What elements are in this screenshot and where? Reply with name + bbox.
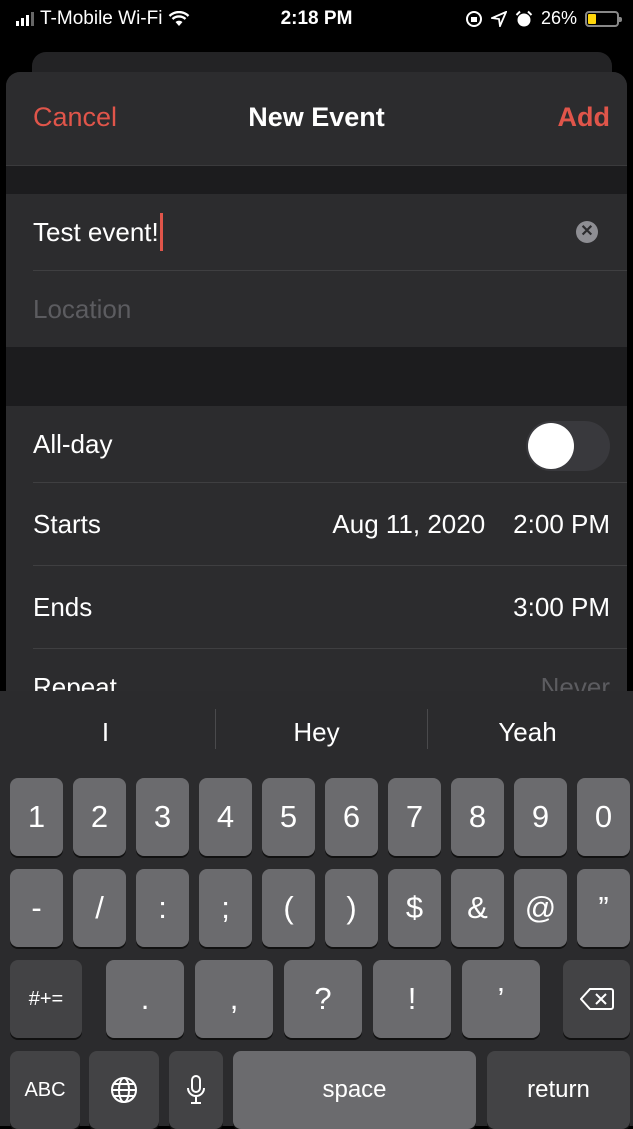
clear-text-icon[interactable]: ✕: [576, 221, 598, 243]
key-question[interactable]: ?: [284, 960, 362, 1038]
starts-row[interactable]: Starts Aug 11, 2020 2:00 PM: [33, 483, 627, 566]
suggestion-2[interactable]: Hey: [211, 717, 422, 748]
title-location-group: Test event! ✕ Location: [6, 194, 627, 347]
suggestion-divider: [215, 709, 216, 749]
ends-time[interactable]: 3:00 PM: [513, 592, 610, 623]
key-dollar[interactable]: $: [388, 869, 441, 947]
key-colon[interactable]: :: [136, 869, 189, 947]
battery-icon: [585, 10, 622, 27]
suggestion-3[interactable]: Yeah: [422, 717, 633, 748]
key-4[interactable]: 4: [199, 778, 252, 856]
orientation-lock-icon: [465, 10, 482, 27]
starts-label: Starts: [33, 508, 101, 539]
ends-row[interactable]: Ends 3:00 PM: [33, 566, 627, 649]
key-comma[interactable]: ,: [195, 960, 273, 1038]
date-group: All-day Starts Aug 11, 2020 2:00 PM Ends…: [6, 406, 627, 702]
location-placeholder: Location: [33, 293, 132, 324]
key-1[interactable]: 1: [10, 778, 63, 856]
key-apostrophe[interactable]: ’: [462, 960, 540, 1038]
backspace-icon: [579, 988, 614, 1010]
microphone-icon: [187, 1075, 205, 1104]
page-title: New Event: [248, 102, 385, 132]
suggestion-divider: [427, 709, 428, 749]
allday-row: All-day: [33, 406, 627, 483]
key-close-paren[interactable]: ): [325, 869, 378, 947]
key-abc[interactable]: ABC: [10, 1051, 80, 1129]
suggestion-1[interactable]: I: [0, 717, 211, 748]
key-3[interactable]: 3: [136, 778, 189, 856]
add-button[interactable]: Add: [558, 102, 610, 133]
key-ampersand[interactable]: &: [451, 869, 504, 947]
key-5[interactable]: 5: [262, 778, 315, 856]
delete-key[interactable]: [563, 960, 630, 1038]
alarm-icon: [515, 10, 533, 26]
title-field[interactable]: Test event! ✕: [33, 194, 627, 271]
text-cursor: [159, 213, 163, 251]
nav-bar: Cancel New Event Add: [6, 72, 627, 166]
globe-key[interactable]: [89, 1051, 159, 1129]
toggle-knob: [528, 423, 574, 469]
key-exclamation[interactable]: !: [373, 960, 451, 1038]
starts-date[interactable]: Aug 11, 2020: [332, 509, 485, 540]
globe-icon: [111, 1077, 137, 1103]
key-0[interactable]: 0: [577, 778, 630, 856]
key-2[interactable]: 2: [73, 778, 126, 856]
key-7[interactable]: 7: [388, 778, 441, 856]
key-at[interactable]: @: [514, 869, 567, 947]
key-semicolon[interactable]: ;: [199, 869, 252, 947]
battery-percent: 26%: [540, 8, 577, 28]
space-key[interactable]: space: [233, 1051, 476, 1129]
key-8[interactable]: 8: [451, 778, 504, 856]
key-9[interactable]: 9: [514, 778, 567, 856]
status-bar: T-Mobile Wi-Fi 2:18 PM 26%: [0, 0, 633, 40]
key-hyphen[interactable]: -: [10, 869, 63, 947]
keyboard: I Hey Yeah 1 2 3 4 5 6 7 8 9 0 - / : ; (…: [0, 691, 633, 1129]
key-slash[interactable]: /: [73, 869, 126, 947]
allday-toggle[interactable]: [526, 421, 610, 471]
starts-time[interactable]: 2:00 PM: [513, 509, 610, 540]
location-arrow-icon: [490, 10, 507, 27]
title-value: Test event!: [33, 216, 159, 247]
suggestion-bar: I Hey Yeah: [0, 691, 633, 773]
return-key[interactable]: return: [487, 1051, 630, 1129]
ends-label: Ends: [33, 591, 93, 622]
key-quote[interactable]: ”: [577, 869, 630, 947]
status-right: 26%: [465, 8, 622, 29]
key-6[interactable]: 6: [325, 778, 378, 856]
key-more-symbols[interactable]: #+=: [10, 960, 82, 1038]
key-open-paren[interactable]: (: [262, 869, 315, 947]
dictation-key[interactable]: [169, 1051, 223, 1129]
location-field[interactable]: Location: [33, 271, 627, 347]
key-period[interactable]: .: [106, 960, 184, 1038]
